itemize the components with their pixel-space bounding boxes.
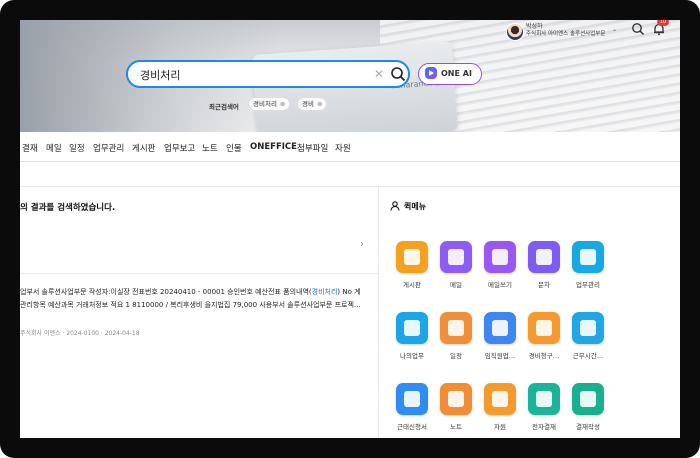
tab-schedule[interactable]: 일정 [69,142,85,154]
result-item-line[interactable]: 관리항목 예산과목 거래처정보 적요 1 8110000 / 복리후생비 을지법… [20,300,361,310]
result-text[interactable]: ) No 계 [337,288,360,296]
category-tabs: 결재 메일 일정 업무관리 게시판 업무보고 노트 인물 ONEFFICE 첨부… [20,133,680,162]
quick-menu-label: 근무시간… [572,352,604,360]
approval-icon[interactable] [528,383,560,415]
user-org[interactable]: 주식회사 아이엔스 솔루션사업부문 [526,29,605,37]
clear-icon[interactable]: ✕ [374,68,384,80]
remove-icon[interactable]: ⊗ [280,100,285,108]
icon-glyph [536,249,552,265]
quick-menu-item[interactable]: 결재작성 [566,383,610,438]
work-time-icon[interactable] [572,312,604,344]
divider [20,273,378,274]
notification-badge: 10 [657,20,669,26]
icon-glyph [580,391,596,407]
one-ai-label: ONE AI [441,69,472,78]
icon-glyph [580,320,596,336]
screen: Amaranth 10 박성하 주식회사 아이엔스 솔루션사업부문 ⌄ 10 ✕… [20,20,680,438]
icon-glyph [448,391,464,407]
quick-menu-title: 퀵메뉴 [404,202,427,211]
icon-glyph [404,249,420,265]
icon-glyph [404,320,420,336]
employee-icon[interactable] [484,312,516,344]
result-text[interactable]: 업부서 솔루션사업부문 작성자:이실장 전표번호 20240410 - 0000… [20,288,312,296]
icon-glyph [404,391,420,407]
tab-task[interactable]: 업무관리 [93,142,124,154]
recent-search-text[interactable]: 경비 [302,100,314,108]
results-title: 의 결과를 검색하였습니다. [20,203,116,213]
quick-menu-item[interactable]: 업무관리 [566,241,610,297]
recent-search-chip[interactable]: 경비 ⊗ [297,97,328,111]
tab-resource[interactable]: 자원 [335,142,351,154]
search-results: 의 결과를 검색하였습니다. › 업부서 솔루션사업부문 작성자:이실장 전표번… [20,187,378,438]
note-icon[interactable] [440,383,472,415]
search-box[interactable]: ✕ [126,60,410,88]
search-input[interactable] [140,67,360,83]
tab-board[interactable]: 게시판 [132,142,155,154]
search-button-icon[interactable] [390,66,406,82]
recent-search-chip[interactable]: 경비처리 ⊗ [248,97,291,111]
icon-glyph [492,391,508,407]
icon-glyph [448,249,464,265]
one-ai-button[interactable]: ONE AI [418,63,482,85]
tab-onefice[interactable]: ONEFFICE [250,142,297,152]
mail-icon[interactable] [440,241,472,273]
tab-mail[interactable]: 메일 [46,142,62,154]
quick-menu-item[interactable]: 근무시간… [566,312,610,368]
approval-write-icon[interactable] [572,383,604,415]
quick-menu: 퀵메뉴 게시판 메일 메일쓰기 문자 업무관리 나의업무 일정 임직원업… 경비청구… 근무시간…… [379,187,680,438]
quick-menu-label: 결재작성 [576,423,600,431]
result-meta: 주식회사 이엔스 · 2024-0100 · 2024-04-18 [20,330,140,337]
result-item-line[interactable]: 업부서 솔루션사업부문 작성자:이실장 전표번호 20240410 - 0000… [20,287,361,297]
resource-icon[interactable] [484,383,516,415]
tab-approval[interactable]: 결재 [22,142,38,154]
chevron-down-icon[interactable]: ⌄ [612,26,617,33]
sms-icon[interactable] [528,241,560,273]
icon-glyph [492,320,508,336]
icon-glyph [536,391,552,407]
one-ai-logo-icon [425,67,437,79]
remove-icon[interactable]: ⊗ [317,100,322,108]
quick-menu-label: 업무관리 [576,281,600,289]
tab-report[interactable]: 업무보고 [164,142,195,154]
icon-glyph [580,249,596,265]
board-icon[interactable] [396,241,428,273]
avatar[interactable] [506,23,524,41]
attendance-icon[interactable] [396,383,428,415]
result-highlight[interactable]: 경비처리 [312,288,338,296]
recent-search-text[interactable]: 경비처리 [253,100,277,108]
icon-glyph [536,320,552,336]
chevron-right-icon[interactable]: › [360,239,364,250]
expense-icon[interactable] [528,312,560,344]
recent-search-label: 최근검색어 [209,103,239,111]
icon-glyph [492,249,508,265]
my-task-icon[interactable] [396,312,428,344]
search-icon[interactable] [631,22,645,36]
person-icon [390,201,400,211]
icon-glyph [448,320,464,336]
calendar-icon[interactable] [440,312,472,344]
tab-attachment[interactable]: 첨부파일 [297,142,328,154]
kiss-icon[interactable] [572,241,604,273]
tab-people[interactable]: 인물 [226,142,242,154]
sub-bar [20,162,680,187]
tab-note[interactable]: 노트 [202,142,218,154]
mail-write-icon[interactable] [484,241,516,273]
